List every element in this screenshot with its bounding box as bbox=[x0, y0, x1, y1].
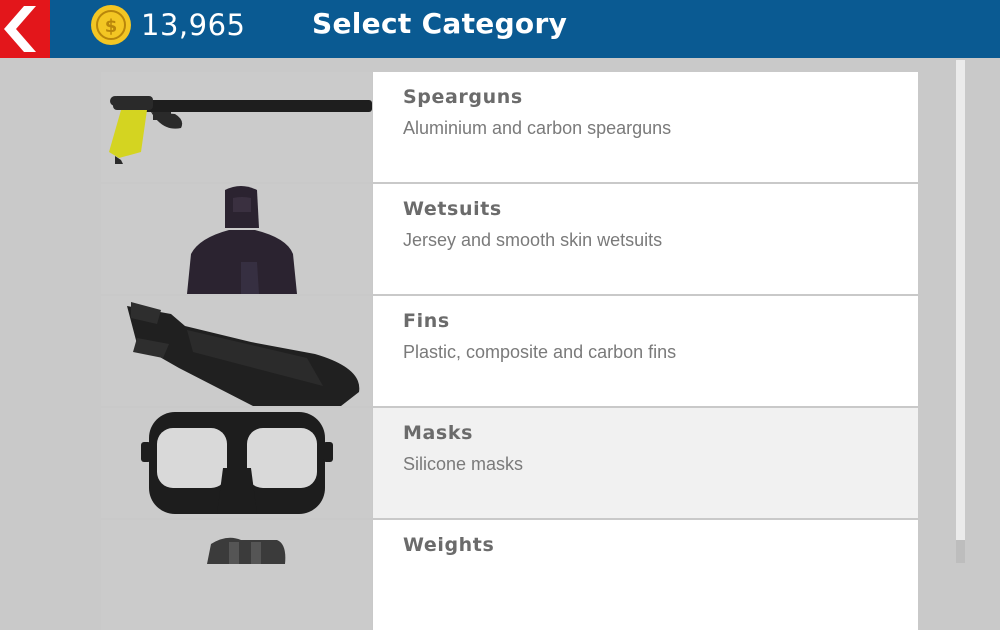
header-bar: $ 13,965 Select Category bbox=[0, 0, 1000, 58]
category-info: Wetsuits Jersey and smooth skin wetsuits bbox=[373, 184, 918, 294]
category-info: Weights bbox=[373, 520, 918, 630]
svg-text:$: $ bbox=[105, 16, 118, 37]
category-info: Spearguns Aluminium and carbon spearguns bbox=[373, 72, 918, 182]
category-name: Spearguns bbox=[403, 86, 523, 108]
category-description: Aluminium and carbon spearguns bbox=[403, 118, 672, 138]
fins-icon bbox=[101, 296, 372, 406]
category-name: Fins bbox=[403, 310, 450, 332]
category-row-fins[interactable]: Fins Plastic, composite and carbon fins bbox=[101, 296, 918, 406]
mask-icon bbox=[101, 408, 372, 518]
coin-icon: $ bbox=[91, 5, 131, 45]
category-name: Wetsuits bbox=[403, 198, 502, 220]
back-button[interactable] bbox=[0, 0, 50, 58]
wetsuit-icon bbox=[101, 184, 372, 294]
scrollbar-thumb[interactable] bbox=[956, 540, 965, 563]
category-info: Masks Silicone masks bbox=[373, 408, 918, 518]
coin-balance: 13,965 bbox=[141, 8, 246, 42]
category-name: Weights bbox=[403, 534, 495, 556]
list-scrollbar[interactable] bbox=[956, 60, 965, 563]
category-description: Plastic, composite and carbon fins bbox=[403, 342, 677, 362]
category-row-weights[interactable]: Weights bbox=[101, 520, 918, 630]
category-name: Masks bbox=[403, 422, 473, 444]
category-description: Jersey and smooth skin wetsuits bbox=[403, 230, 663, 250]
speargun-icon bbox=[101, 72, 372, 182]
page-title: Select Category bbox=[312, 7, 568, 40]
category-row-spearguns[interactable]: Spearguns Aluminium and carbon spearguns bbox=[101, 72, 918, 182]
category-description: Silicone masks bbox=[403, 454, 524, 474]
category-info: Fins Plastic, composite and carbon fins bbox=[373, 296, 918, 406]
category-row-masks[interactable]: Masks Silicone masks bbox=[101, 408, 918, 518]
chevron-left-icon bbox=[4, 6, 36, 52]
category-row-wetsuits[interactable]: Wetsuits Jersey and smooth skin wetsuits bbox=[101, 184, 918, 294]
weights-icon bbox=[101, 520, 372, 630]
